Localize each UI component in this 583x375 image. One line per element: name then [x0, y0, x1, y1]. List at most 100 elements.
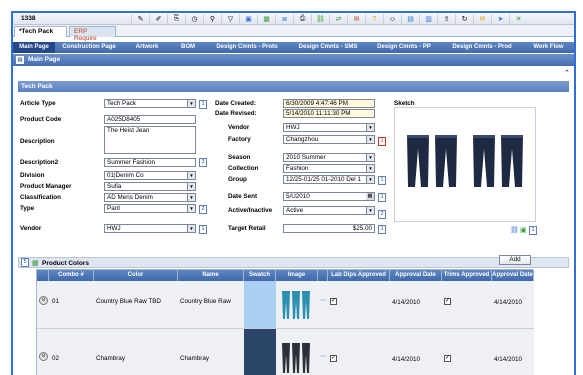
row-select-icon[interactable]: ⊙ [39, 296, 48, 305]
link-icon[interactable]: ⛓ [311, 14, 329, 24]
lookup-icon[interactable]: ⋯ [320, 297, 326, 304]
collapse-chevron-icon[interactable]: ⌃ [564, 69, 570, 77]
vendor-left-select[interactable]: HWJ ▼ [104, 224, 196, 233]
trims-checkbox[interactable]: ✓ [444, 298, 451, 305]
list-icon[interactable]: ≣ [275, 14, 293, 24]
column-header-lab-dips[interactable]: Lab Dips Approved [328, 270, 390, 281]
column-header-trims-approved[interactable]: Trims Approved [442, 270, 492, 281]
column-header-select [37, 270, 49, 281]
trims-checkbox[interactable]: ✓ [444, 355, 451, 362]
add-color-button[interactable]: Add [499, 255, 531, 265]
tab-artwork[interactable]: Artwork [123, 42, 171, 53]
product-code-field[interactable]: A025D8405 [104, 115, 196, 124]
save-as-icon[interactable]: ▥ [419, 14, 437, 24]
lookup-icon[interactable]: ⋯ [320, 353, 326, 360]
type-badge[interactable]: 2 [199, 205, 207, 214]
product-colors-header: 5 ▦ Product Colors [18, 257, 569, 268]
collection-select[interactable]: Fashion ▼ [283, 164, 375, 173]
tab-design-cmnts-prod[interactable]: Design Cmnts - Prod [441, 42, 523, 53]
active-inactive-value: Active [286, 207, 304, 214]
description2-badge[interactable]: 3 [199, 158, 207, 167]
classification-select[interactable]: AD Mens Denim ▼ [104, 193, 196, 202]
date-sent-label: Date Sent [228, 193, 258, 200]
column-header-combo[interactable]: Combo # [49, 270, 94, 281]
group-badge[interactable]: 1 [378, 176, 386, 185]
product-colors-count-badge[interactable]: 5 [21, 258, 29, 267]
color-image-thumbnail[interactable] [281, 288, 313, 322]
division-select[interactable]: 01|Denim Co ▼ [104, 171, 196, 180]
lab-dips-checkbox[interactable]: ✓ [330, 355, 337, 362]
article-type-select[interactable]: Tech Pack ▼ [104, 99, 196, 108]
factory-select[interactable]: Changzhou ▼ [283, 135, 375, 144]
tab-bom[interactable]: BOM [171, 42, 205, 53]
tab-work-flow[interactable]: Work Flow [523, 42, 574, 53]
link-icon[interactable]: ⛓ [510, 226, 519, 234]
vendor-left-label: Vendor [20, 225, 42, 232]
refresh-icon[interactable]: ↻ [455, 14, 473, 24]
target-retail-badge[interactable]: 1 [378, 225, 386, 234]
article-type-badge[interactable]: 1 [199, 100, 207, 109]
classification-label: Classification [20, 194, 61, 201]
column-header-name[interactable]: Name [178, 270, 244, 281]
date-sent-badge[interactable]: 1 [378, 193, 386, 202]
color-image-thumbnail[interactable] [281, 340, 313, 375]
funnel-icon[interactable]: ▽ [221, 14, 239, 24]
share-icon[interactable]: ⇄ [329, 14, 347, 24]
target-retail-field[interactable]: $25.00 [283, 224, 375, 233]
product-manager-select[interactable]: Sufia ▼ [104, 182, 196, 191]
mail-icon[interactable]: ✉ [473, 14, 491, 24]
vendor-left-badge[interactable]: 1 [199, 225, 207, 234]
collection-label: Collection [228, 165, 259, 172]
column-header-trims-approval-date[interactable]: Approval Date [492, 270, 534, 281]
column-header-approval-date[interactable]: Approval Date [390, 270, 442, 281]
table-icon[interactable]: ▦ [257, 14, 275, 24]
help-icon[interactable]: ? [365, 14, 383, 24]
send-icon[interactable]: ➤ [491, 14, 509, 24]
calendar-icon[interactable]: ▦ [366, 193, 374, 200]
tab-tech-pack[interactable]: *Tech Pack [14, 26, 67, 37]
column-header-swatch[interactable]: Swatch [244, 270, 276, 281]
description2-label: Description2 [20, 159, 59, 166]
close-icon[interactable]: ✕ [509, 14, 527, 24]
date-sent-field[interactable]: 5/U2010 ▦ [283, 192, 375, 201]
print-icon[interactable]: ⎙ [293, 14, 311, 24]
tab-design-cmnts-proto[interactable]: Design Cmnts - Proto [205, 42, 289, 53]
type-value: Pant [107, 205, 120, 212]
clock-icon[interactable]: ◷ [185, 14, 203, 24]
image-icon[interactable]: ▣ [239, 14, 257, 24]
target-retail-label: Target Retail [228, 225, 266, 232]
type-select[interactable]: Pant ▼ [104, 204, 196, 213]
sketch-image[interactable] [394, 107, 536, 222]
tab-design-cmnts-pp[interactable]: Design Cmnts - PP [367, 42, 441, 53]
group-select[interactable]: 12/25-01/25 01-2010 Del 1 ▼ [283, 175, 375, 184]
lab-dips-checkbox[interactable]: ✓ [330, 298, 337, 305]
tab-erp-require[interactable]: ERP Require [69, 26, 116, 42]
vendor-select[interactable]: HWJ ▼ [283, 123, 375, 132]
description-label: Description [20, 138, 55, 145]
chevron-down-icon: ▼ [366, 154, 374, 161]
user-icon[interactable]: ☺ [383, 14, 401, 24]
sketch-badge[interactable]: 1 [529, 226, 537, 235]
row-select-icon[interactable]: ⊙ [39, 352, 48, 361]
copy-icon[interactable]: ⎘ [167, 14, 185, 24]
date-sent-value: 5/U2010 [286, 193, 310, 200]
column-header-color[interactable]: Color [94, 270, 178, 281]
edit-icon[interactable]: ✐ [149, 14, 167, 24]
description-field[interactable]: The Heist Jean [104, 126, 196, 154]
active-badge[interactable]: 2 [378, 210, 386, 219]
save-icon[interactable]: ▤ [401, 14, 419, 24]
column-header-image[interactable]: Image [276, 270, 318, 281]
tab-main-page[interactable]: Main Page [13, 42, 55, 53]
email-icon[interactable]: ✉ [347, 14, 365, 24]
filter-icon[interactable]: ⚲ [203, 14, 221, 24]
image-edit-icon[interactable]: ▣ [520, 226, 527, 234]
tab-construction-page[interactable]: Construction Page [55, 42, 123, 53]
factory-badge[interactable]: 1 [378, 137, 386, 146]
active-inactive-select[interactable]: Active ▼ [283, 206, 375, 215]
pencil-icon[interactable]: ✎ [131, 14, 149, 24]
season-select[interactable]: 2010 Summer ▼ [283, 153, 375, 162]
tab-design-cmnts-sms[interactable]: Design Cmnts - SMS [289, 42, 367, 53]
chevron-down-icon: ▼ [366, 124, 374, 131]
export-icon[interactable]: ⇪ [437, 14, 455, 24]
description2-field[interactable]: Summer Fashion [104, 158, 196, 167]
